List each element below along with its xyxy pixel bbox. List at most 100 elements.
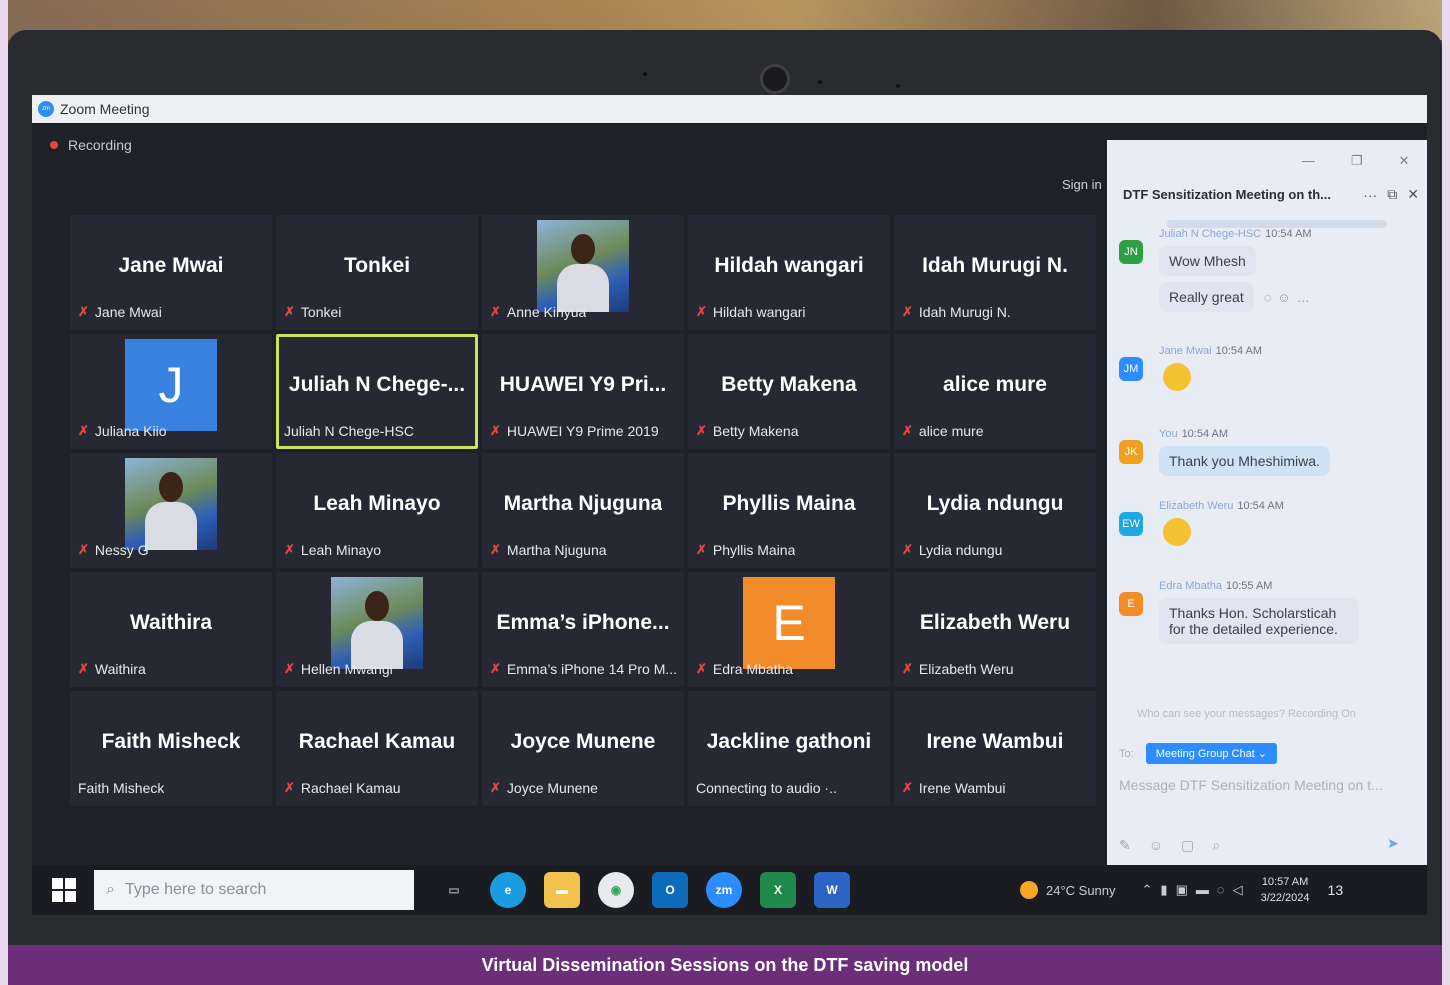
participant-display-name: Emma’s iPhone... [496, 610, 670, 634]
chat-scrollbar[interactable] [1167, 220, 1387, 228]
participant-label-text: Martha Njuguna [506, 542, 607, 558]
participant-display-name: Phyllis Maina [722, 491, 856, 515]
file-explorer-icon[interactable]: ▬ [544, 872, 580, 908]
chat-panel: DTF Sensitization Meeting on th... ··· ⧉… [1107, 140, 1427, 870]
chat-message: JM Jane Mwai 10:54 AM [1119, 345, 1415, 391]
message-input[interactable]: Message DTF Sensitization Meeting on t..… [1119, 777, 1409, 793]
participant-tile[interactable]: Lydia ndungu ✗ Lydia ndungu [894, 453, 1096, 568]
notification-center-icon[interactable]: 13 [1328, 882, 1344, 898]
participant-label-text: Faith Misheck [78, 780, 165, 796]
muted-mic-icon: ✗ [284, 661, 295, 676]
muted-mic-icon: ✗ [902, 542, 913, 557]
popout-icon[interactable]: ⧉ [1387, 186, 1397, 203]
window-title: Zoom Meeting [60, 101, 150, 117]
participant-tile[interactable]: alice mure ✗ alice mure [894, 334, 1096, 449]
message-meta: Edra Mbatha 10:55 AM [1159, 580, 1415, 592]
participant-label-text: Nessy G [94, 542, 149, 558]
participant-display-name: Jane Mwai [118, 253, 224, 277]
sender-name: You [1159, 428, 1178, 440]
muted-mic-icon: ✗ [284, 780, 295, 795]
message-bubble[interactable]: Really great [1159, 282, 1254, 312]
chat-message: E Edra Mbatha 10:55 AM Thanks Hon. Scholars… [1119, 580, 1415, 644]
edge-icon[interactable]: e [490, 872, 526, 908]
chat-message: JN Juliah N Chege-HSC 10:54 AM Wow Mhesh Rea… [1119, 228, 1415, 312]
send-icon[interactable]: ➤ [1387, 835, 1399, 852]
muted-mic-icon: ✗ [490, 780, 501, 795]
participant-tile[interactable]: Juliah N Chege-... Juliah N Chege-HSC [276, 334, 478, 449]
minimize-icon[interactable]: — [1302, 153, 1315, 169]
taskbar-search[interactable]: ⌕ Type here to search [94, 870, 414, 910]
muted-mic-icon: ✗ [78, 304, 89, 319]
muted-mic-icon: ✗ [284, 542, 295, 557]
restore-icon[interactable]: ❐ [1351, 153, 1363, 169]
taskbar-clock[interactable]: 10:57 AM 3/22/2024 [1261, 874, 1310, 906]
recipient-row: To: Meeting Group Chat ⌄ [1119, 743, 1278, 764]
participant-tile[interactable]: Leah Minayo ✗ Leah Minayo [276, 453, 478, 568]
participant-tile[interactable]: Jackline gathoni Connecting to audio ·.. [688, 691, 890, 806]
participant-tile[interactable]: HUAWEI Y9 Pri... ✗ HUAWEI Y9 Prime 2019 [482, 334, 684, 449]
participant-tile[interactable]: Joyce Munene ✗ Joyce Munene [482, 691, 684, 806]
participant-tile[interactable]: Betty Makena ✗ Betty Makena [688, 334, 890, 449]
participant-tile[interactable]: Emma’s iPhone... ✗ Emma’s iPhone 14 Pro M.… [482, 572, 684, 687]
participant-tile[interactable]: Hildah wangari ✗ Hildah wangari [688, 215, 890, 330]
participant-tile[interactable]: Jane Mwai ✗ Jane Mwai [70, 215, 272, 330]
participant-tile[interactable]: ✗ Hellen Mwangi [276, 572, 478, 687]
participant-name-label: ✗ Edra Mbatha [696, 661, 793, 677]
start-button[interactable] [52, 878, 76, 902]
weather-widget[interactable]: 24°C Sunny [1020, 881, 1116, 899]
message-meta: Juliah N Chege-HSC 10:54 AM [1159, 228, 1415, 240]
more-options-icon[interactable]: ··· [1363, 187, 1377, 203]
participant-display-name: Jackline gathoni [706, 729, 872, 753]
participant-tile[interactable]: Martha Njuguna ✗ Martha Njuguna [482, 453, 684, 568]
participant-label-text: Edra Mbatha [712, 661, 794, 677]
participant-display-name: Waithira [129, 610, 213, 634]
zoom-app-icon[interactable]: zm [706, 872, 742, 908]
participant-tile[interactable]: Tonkei ✗ Tonkei [276, 215, 478, 330]
privacy-note[interactable]: Who can see your messages? Recording On [1137, 708, 1356, 720]
muted-mic-icon: ✗ [902, 423, 913, 438]
participant-name-label: ✗ Elizabeth Weru [902, 661, 1014, 677]
sender-name: Jane Mwai [1159, 345, 1212, 357]
close-chat-icon[interactable]: ✕ [1407, 186, 1419, 203]
participant-name-label: ✗ Jane Mwai [78, 304, 162, 320]
chrome-icon[interactable]: ◉ [598, 872, 634, 908]
excel-icon[interactable]: X [760, 872, 796, 908]
to-label: To: [1119, 747, 1134, 760]
participant-tile[interactable]: Irene Wambui ✗ Irene Wambui [894, 691, 1096, 806]
recording-indicator[interactable]: Recording [50, 137, 132, 153]
message-bubble[interactable]: Wow Mhesh [1159, 246, 1256, 276]
participant-tile[interactable]: ✗ Nessy G [70, 453, 272, 568]
word-icon[interactable]: W [814, 872, 850, 908]
task-view-icon[interactable]: ▭ [436, 872, 472, 908]
participant-tile[interactable]: J ✗ Juliana Kiio [70, 334, 272, 449]
participant-tile[interactable]: Elizabeth Weru ✗ Elizabeth Weru [894, 572, 1096, 687]
weather-text: 24°C Sunny [1046, 882, 1116, 898]
participant-tile[interactable]: Idah Murugi N. ✗ Idah Murugi N. [894, 215, 1096, 330]
participant-tile[interactable]: Waithira ✗ Waithira [70, 572, 272, 687]
message-bubble[interactable]: Thank you Mheshimiwa. [1159, 446, 1330, 476]
muted-mic-icon: ✗ [696, 542, 707, 557]
record-dot-icon [50, 141, 58, 149]
participant-tile[interactable]: Faith Misheck Faith Misheck [70, 691, 272, 806]
message-bubble[interactable]: Thanks Hon. Scholarsticah for the detail… [1159, 598, 1359, 644]
sensor-dot [896, 84, 900, 88]
participant-display-name: alice mure [943, 372, 1047, 396]
message-actions[interactable]: ◌☺… [1264, 290, 1316, 305]
system-tray-icons[interactable]: ⌃▮▣▬◌◁ [1142, 882, 1251, 898]
participant-tile[interactable]: Phyllis Maina ✗ Phyllis Maina [688, 453, 890, 568]
participant-name-label: ✗ Juliana Kiio [78, 423, 167, 439]
participant-tile[interactable]: Rachael Kamau ✗ Rachael Kamau [276, 691, 478, 806]
participant-tile[interactable]: ✗ Anne Kinyua [482, 215, 684, 330]
participant-label-text: Irene Wambui [918, 780, 1006, 796]
muted-mic-icon: ✗ [902, 304, 913, 319]
close-window-icon[interactable]: ✕ [1399, 153, 1410, 169]
outlook-icon[interactable]: O [652, 872, 688, 908]
sign-in-link[interactable]: Sign in [1062, 177, 1102, 192]
participant-name-label: ✗ Betty Makena [696, 423, 799, 439]
sender-avatar: JM [1119, 357, 1143, 381]
recipient-dropdown[interactable]: Meeting Group Chat ⌄ [1145, 743, 1278, 764]
message-meta: Elizabeth Weru 10:54 AM [1159, 500, 1415, 512]
participant-tile[interactable]: E ✗ Edra Mbatha [688, 572, 890, 687]
participant-name-label: ✗ alice mure [902, 423, 984, 439]
compose-toolbar[interactable]: ✎☺▢⌕ [1119, 837, 1238, 854]
